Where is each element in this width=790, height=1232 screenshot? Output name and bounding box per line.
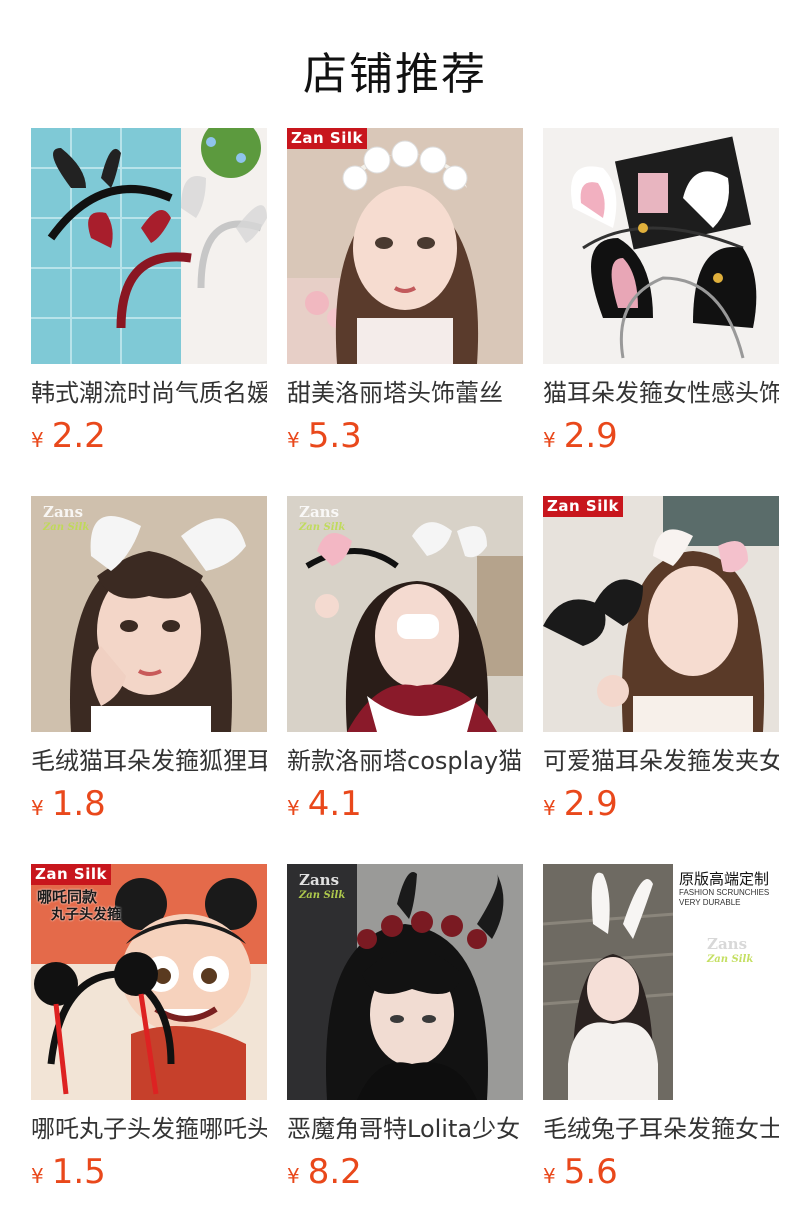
product-card[interactable]: Zan Silk 可爱猫耳朵发箍发夹女 ¥ 2.9 (543, 496, 779, 824)
product-price: ¥ 1.8 (31, 784, 267, 824)
product-card[interactable]: Zan Silk 甜美洛丽塔头饰蕾丝 ¥ 5.3 (287, 128, 523, 456)
product-image[interactable] (543, 128, 779, 364)
product-image[interactable]: Zans Zan Silk (287, 496, 523, 732)
price-value: 8.2 (307, 1152, 362, 1192)
product-promo-text: 丸子头发箍 (51, 907, 121, 923)
product-price: ¥ 2.9 (543, 416, 779, 456)
brand-watermark: Zans Zan Silk (707, 935, 754, 965)
brand-tag: Zan Silk (543, 496, 623, 517)
product-title[interactable]: 毛绒猫耳朵发箍狐狸耳 (31, 746, 267, 776)
product-card[interactable]: Zans Zan Silk 新款洛丽塔cosplay猫耳 ¥ 4.1 (287, 496, 523, 824)
product-title[interactable]: 猫耳朵发箍女性感头饰 (543, 378, 779, 408)
product-ad-panel: 原版高端定制 FASHION SCRUNCHIES VERY DURABLE (673, 864, 779, 1100)
currency-symbol: ¥ (31, 1164, 44, 1188)
product-image[interactable]: Zan Silk 哪吒同款 丸子头发箍 (31, 864, 267, 1100)
price-value: 5.6 (563, 1152, 618, 1192)
price-value: 4.1 (307, 784, 362, 824)
product-title[interactable]: 韩式潮流时尚气质名媛 (31, 378, 267, 408)
cat-ear-headbands-image (543, 128, 779, 364)
product-title[interactable]: 恶魔角哥特Lolita少女 (287, 1114, 523, 1144)
currency-symbol: ¥ (31, 796, 44, 820)
product-card[interactable]: Zans Zan Silk 毛绒猫耳朵发箍狐狸耳 ¥ 1.8 (31, 496, 267, 824)
product-price: ¥ 5.3 (287, 416, 523, 456)
brand-watermark: Zans Zan Silk (299, 503, 346, 533)
page-header: 店铺推荐 (0, 0, 790, 128)
product-title[interactable]: 可爱猫耳朵发箍发夹女 (543, 746, 779, 776)
lace-bunny-ear-headbands-image (31, 128, 267, 364)
product-card[interactable]: 韩式潮流时尚气质名媛 ¥ 2.2 (31, 128, 267, 456)
price-value: 1.8 (51, 784, 106, 824)
currency-symbol: ¥ (287, 1164, 300, 1188)
currency-symbol: ¥ (543, 796, 556, 820)
currency-symbol: ¥ (31, 428, 44, 452)
price-value: 2.2 (51, 416, 106, 456)
product-price: ¥ 4.1 (287, 784, 523, 824)
product-title[interactable]: 哪吒丸子头发箍哪吒头 (31, 1114, 267, 1144)
brand-tag: Zan Silk (31, 864, 111, 885)
brand-watermark: Zans Zan Silk (299, 871, 346, 901)
product-price: ¥ 5.6 (543, 1152, 779, 1192)
price-value: 2.9 (563, 416, 618, 456)
product-price: ¥ 2.9 (543, 784, 779, 824)
lolita-lace-headband-model-image (287, 128, 523, 364)
currency-symbol: ¥ (543, 1164, 556, 1188)
product-card[interactable]: Zan Silk 哪吒同款 丸子头发箍 哪吒丸子头发箍哪吒头 ¥ 1.5 (31, 864, 267, 1192)
product-card[interactable]: 猫耳朵发箍女性感头饰 ¥ 2.9 (543, 128, 779, 456)
product-price: ¥ 1.5 (31, 1152, 267, 1192)
product-title[interactable]: 甜美洛丽塔头饰蕾丝 (287, 378, 523, 408)
brand-tag: Zan Silk (287, 128, 367, 149)
brand-watermark: Zans Zan Silk (43, 503, 90, 533)
product-image[interactable]: Zans Zan Silk (31, 496, 267, 732)
page-title: 店铺推荐 (303, 49, 487, 100)
price-value: 2.9 (563, 784, 618, 824)
product-price: ¥ 2.2 (31, 416, 267, 456)
ad-subline: FASHION SCRUNCHIES VERY DURABLE (679, 888, 770, 907)
currency-symbol: ¥ (287, 796, 300, 820)
product-image[interactable]: 原版高端定制 FASHION SCRUNCHIES VERY DURABLE Za… (543, 864, 779, 1100)
product-image[interactable] (31, 128, 267, 364)
product-title[interactable]: 毛绒兔子耳朵发箍女士 (543, 1114, 779, 1144)
price-value: 5.3 (307, 416, 362, 456)
product-image[interactable]: Zans Zan Silk (287, 864, 523, 1100)
product-price: ¥ 8.2 (287, 1152, 523, 1192)
currency-symbol: ¥ (543, 428, 556, 452)
cat-ear-clip-model-image (543, 496, 779, 732)
product-card[interactable]: 原版高端定制 FASHION SCRUNCHIES VERY DURABLE Za… (543, 864, 779, 1192)
price-value: 1.5 (51, 1152, 106, 1192)
product-title[interactable]: 新款洛丽塔cosplay猫耳 (287, 746, 523, 776)
product-image[interactable]: Zan Silk (287, 128, 523, 364)
product-card[interactable]: Zans Zan Silk 恶魔角哥特Lolita少女 ¥ 8.2 (287, 864, 523, 1192)
ad-headline: 原版高端定制 (679, 870, 770, 888)
product-image[interactable]: Zan Silk (543, 496, 779, 732)
currency-symbol: ¥ (287, 428, 300, 452)
